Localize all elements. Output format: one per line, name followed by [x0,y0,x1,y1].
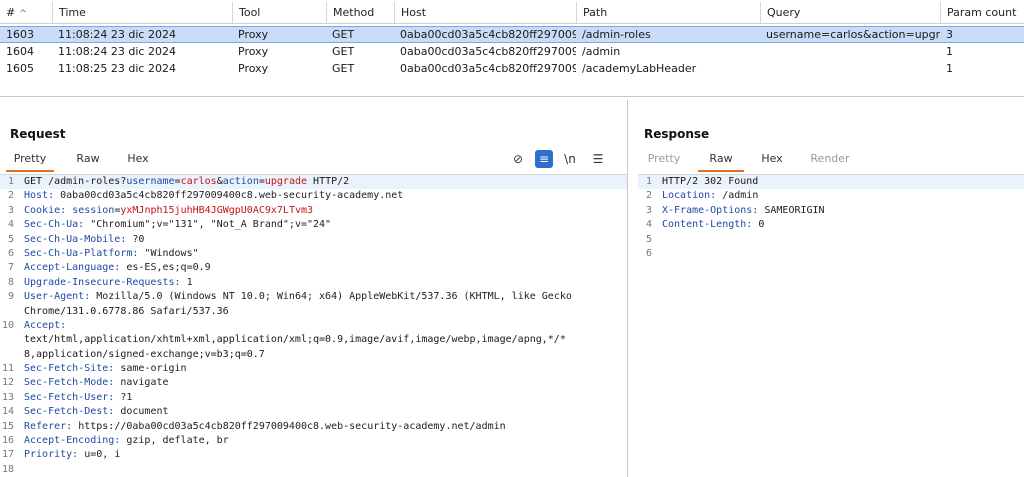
request-panel: Request Pretty Raw Hex ⊘ ≡ \n ☰ 1 GET /a… [0,118,627,477]
status-line: 1 HTTP/2 302 Found [638,175,1024,190]
tab-render[interactable]: Render [804,152,856,172]
response-title: Response [644,127,710,141]
column-header-method[interactable]: Method [326,2,394,23]
header-line: 13 Sec-Fetch-User: ?1 [1,391,133,403]
header-line: 6 Sec-Ch-Ua-Platform: "Windows" [7,247,199,259]
column-header-host[interactable]: Host [394,2,576,23]
wrap-lines-icon[interactable]: ≡ [535,150,553,168]
header-line: 4 Content-Length: 0 [645,219,765,231]
empty-line: 18 [1,463,14,475]
response-editor[interactable]: 1 HTTP/2 302 Found 2 Location: /admin 3 … [638,174,1024,477]
http-history-table: # ^ Time Tool Method Host Path Query Para… [0,0,1024,97]
menu-icon[interactable]: ☰ [589,150,607,168]
header-line: 8 Upgrade-Insecure-Requests: 1 [7,276,193,288]
table-row[interactable]: 1603 11:08:24 23 dic 2024 Proxy GET 0aba… [0,26,1024,43]
tab-hex[interactable]: Hex [114,152,162,172]
tab-raw[interactable]: Raw [698,152,744,172]
column-header-tool[interactable]: Tool [232,2,326,23]
tab-hex[interactable]: Hex [748,152,796,172]
column-header-time[interactable]: Time [52,2,232,23]
header-line: 11 Sec-Fetch-Site: same-origin [1,363,187,375]
tab-raw[interactable]: Raw [64,152,112,172]
header-line: 2 Location: /admin [645,190,759,202]
header-line: 10 Accept: [1,319,67,331]
request-line: 1 GET /admin-roles?username=carlos&actio… [0,175,627,190]
request-toolbar: ⊘ ≡ \n ☰ [509,150,619,170]
request-title: Request [10,127,66,141]
column-header-query[interactable]: Query [760,2,940,23]
empty-line: 6 [645,247,652,259]
column-header-path[interactable]: Path [576,2,760,23]
tab-pretty[interactable]: Pretty [6,152,54,172]
table-row[interactable]: 1604 11:08:24 23 dic 2024 Proxy GET 0aba… [0,44,1024,59]
header-line: 5 Sec-Ch-Ua-Mobile: ?0 [7,233,145,245]
sort-asc-icon: ^ [19,9,27,19]
panel-divider[interactable] [627,100,628,477]
eye-off-icon[interactable]: ⊘ [509,150,527,168]
header-line: 12 Sec-Fetch-Mode: navigate [1,377,169,389]
header-continuation: text/html,application/xhtml+xml,applicat… [24,334,566,346]
header-continuation: Chrome/131.0.6778.86 Safari/537.36 [24,305,229,317]
newline-icon[interactable]: \n [561,150,579,168]
header-line: 14 Sec-Fetch-Dest: document [1,406,169,418]
header-line: 4 Sec-Ch-Ua: "Chromium";v="131", "Not_A … [7,219,332,231]
table-header: # ^ Time Tool Method Host Path Query Para… [0,2,1024,24]
request-editor[interactable]: 1 GET /admin-roles?username=carlos&actio… [0,174,627,477]
header-line: 17 Priority: u=0, i [1,449,121,461]
header-line: 15 Referer: https://0aba00cd03a5c4cb820f… [1,420,506,432]
column-header-param-count[interactable]: Param count [940,2,1024,23]
header-continuation: 8,application/signed-exchange;v=b3;q=0.7 [24,348,265,360]
column-header-num[interactable]: # ^ [0,2,52,23]
empty-line: 5 [645,233,652,245]
tab-pretty[interactable]: Pretty [640,152,688,172]
cookie-line: 3 Cookie: session=yxMJnph15juhHB4JGWgpU0… [7,204,314,216]
header-line: 2 Host: 0aba00cd03a5c4cb820ff297009400c8… [7,190,404,202]
header-line: 9 User-Agent: Mozilla/5.0 (Windows NT 10… [7,291,572,303]
header-line: 3 X-Frame-Options: SAMEORIGIN [645,204,825,216]
header-line: 16 Accept-Encoding: gzip, deflate, br [1,435,229,447]
header-line: 7 Accept-Language: es-ES,es;q=0.9 [7,262,211,274]
table-row[interactable]: 1605 11:08:25 23 dic 2024 Proxy GET 0aba… [0,61,1024,76]
response-panel: Response Pretty Raw Hex Render 1 HTTP/2 … [638,118,1024,477]
